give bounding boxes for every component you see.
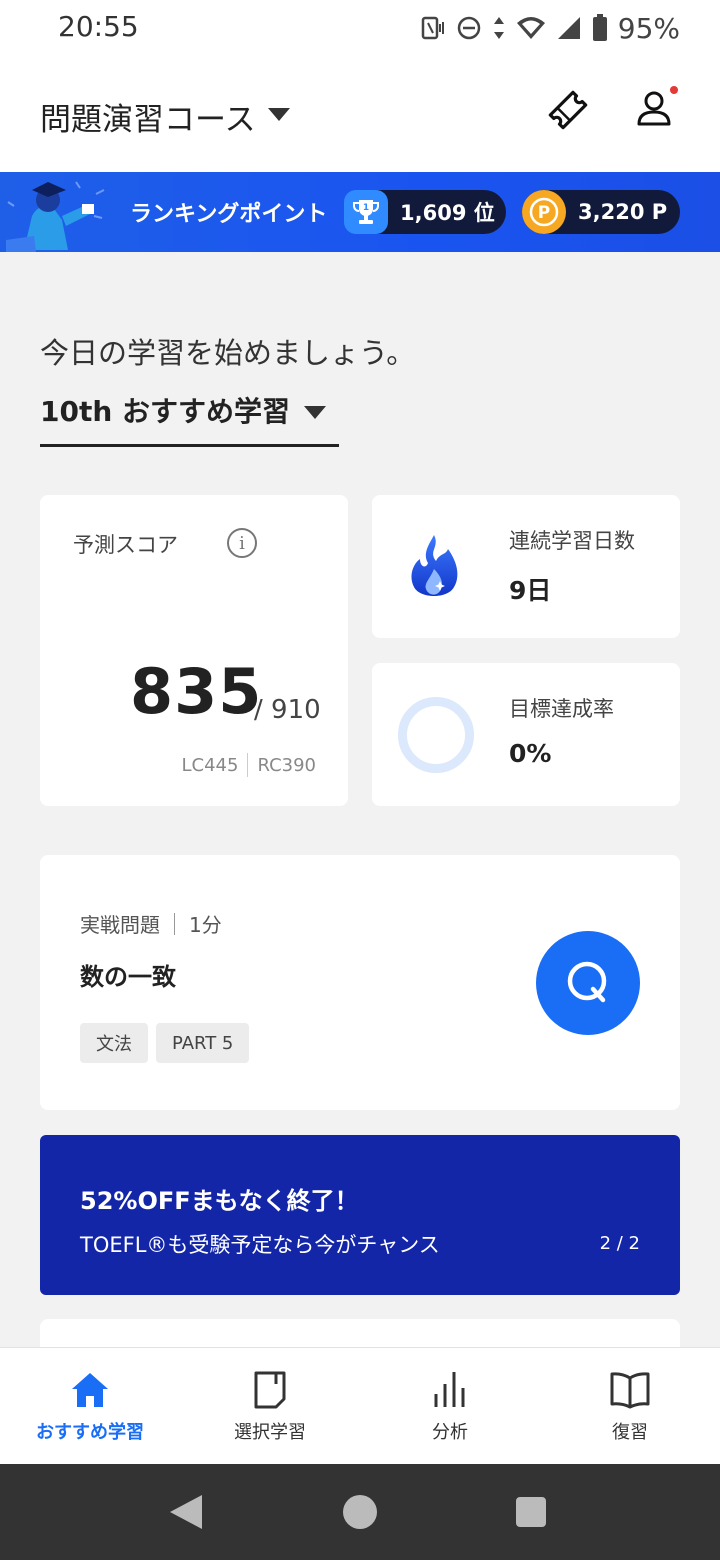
practice-type: 実戦問題 xyxy=(80,913,160,937)
promo-page-indicator: 2 / 2 xyxy=(599,1233,640,1254)
nfc-icon xyxy=(421,16,444,40)
ranking-label: ランキングポイント xyxy=(130,202,328,227)
nav-label: おすすめ学習 xyxy=(36,1422,144,1443)
nav-label: 分析 xyxy=(432,1422,468,1443)
dnd-icon xyxy=(457,16,481,40)
book-icon xyxy=(610,1372,650,1409)
signal-icon xyxy=(557,17,580,39)
recents-icon[interactable] xyxy=(516,1497,546,1527)
coin-letter: P xyxy=(538,203,550,223)
trophy-icon: 1 xyxy=(344,190,388,234)
practice-duration: 1分 xyxy=(189,913,222,937)
app-header: 問題演習コース xyxy=(0,56,720,172)
home-icon xyxy=(72,1373,108,1407)
tag-part5: PART 5 xyxy=(156,1023,250,1063)
divider xyxy=(247,753,249,777)
status-bar: 20:55 95% xyxy=(0,0,720,56)
practice-tags: 文法 PART 5 xyxy=(80,1023,250,1063)
notebook-icon xyxy=(254,1371,286,1409)
recommend-selector-label: 10th おすすめ学習 xyxy=(40,395,291,428)
ranking-banner[interactable]: ランキングポイント 1 1,609 位 P 3,220 P xyxy=(0,172,720,252)
score-total: / 910 xyxy=(254,695,321,725)
practice-meta: 実戦問題 1分 xyxy=(80,909,222,938)
bottom-nav: おすすめ学習 選択学習 分析 復習 xyxy=(0,1347,720,1464)
start-question-button[interactable] xyxy=(536,931,640,1035)
chevron-down-icon xyxy=(304,406,326,419)
score-value: 835 xyxy=(130,655,263,728)
user-icon xyxy=(637,91,671,126)
bar-chart-icon xyxy=(434,1372,465,1407)
nav-item-select-study[interactable]: 選択学習 xyxy=(180,1348,360,1465)
promo-title: 52%OFFまもなく終了！ xyxy=(80,1187,359,1215)
data-arrows-icon xyxy=(493,17,504,39)
score-label: 予測スコア xyxy=(73,533,178,557)
streak-card[interactable]: 連続学習日数 9日 xyxy=(372,495,680,638)
trophy-digit: 1 xyxy=(363,203,369,213)
wifi-icon xyxy=(516,17,545,39)
back-icon[interactable] xyxy=(170,1495,202,1529)
divider xyxy=(174,912,175,935)
flame-icon xyxy=(411,535,458,596)
nav-item-review[interactable]: 復習 xyxy=(540,1348,720,1465)
practice-card[interactable]: 実戦問題 1分 数の一致 文法 PART 5 xyxy=(40,855,680,1110)
battery-percent: 95% xyxy=(617,11,680,45)
lc-score: LC445 xyxy=(181,754,239,776)
mascot-illustration xyxy=(6,181,105,252)
streak-value: 9日 xyxy=(509,576,552,605)
tag-grammar: 文法 xyxy=(80,1023,148,1063)
battery-icon xyxy=(592,14,607,41)
q-icon xyxy=(567,961,607,1003)
practice-title: 数の一致 xyxy=(80,963,176,991)
predicted-score-card[interactable]: 予測スコア i 835 / 910 LC445 RC390 xyxy=(40,495,348,806)
profile-button[interactable] xyxy=(632,86,682,134)
rank-value: 1,609 位 xyxy=(400,201,495,225)
ticket-icon xyxy=(548,90,588,130)
points-pill[interactable]: P 3,220 P xyxy=(522,190,680,234)
nav-label: 選択学習 xyxy=(234,1422,306,1443)
streak-label: 連続学習日数 xyxy=(509,529,635,553)
score-breakdown: LC445 RC390 xyxy=(181,753,316,777)
points-value: 3,220 P xyxy=(578,200,668,224)
goal-progress-ring xyxy=(398,697,474,773)
chevron-down-icon[interactable] xyxy=(268,108,290,121)
nav-item-analysis[interactable]: 分析 xyxy=(360,1348,540,1465)
point-coin-icon: P xyxy=(522,190,566,234)
home-circle-icon[interactable] xyxy=(343,1495,377,1529)
greeting-text: 今日の学習を始めましょう。 xyxy=(40,336,416,370)
promo-banner[interactable]: 52%OFFまもなく終了！ TOEFL®も受験予定なら今がチャンス 2 / 2 xyxy=(40,1135,680,1295)
promo-subtitle: TOEFL®も受験予定なら今がチャンス xyxy=(80,1233,440,1257)
nav-label: 復習 xyxy=(612,1422,648,1443)
info-icon[interactable]: i xyxy=(227,528,257,558)
ticket-button[interactable] xyxy=(544,86,592,134)
goal-value: 0% xyxy=(509,739,552,768)
notification-dot xyxy=(670,86,678,94)
rc-score: RC390 xyxy=(257,754,316,776)
goal-label: 目標達成率 xyxy=(509,697,614,721)
status-icons: 95% xyxy=(420,10,680,46)
rank-pill[interactable]: 1 1,609 位 xyxy=(344,190,506,234)
course-selector[interactable]: 問題演習コース xyxy=(40,94,255,139)
status-time: 20:55 xyxy=(58,10,139,43)
nav-item-recommended[interactable]: おすすめ学習 xyxy=(0,1348,180,1465)
goal-card[interactable]: 目標達成率 0% xyxy=(372,663,680,806)
recommend-selector[interactable]: 10th おすすめ学習 xyxy=(40,390,339,447)
system-nav-bar xyxy=(0,1464,720,1560)
